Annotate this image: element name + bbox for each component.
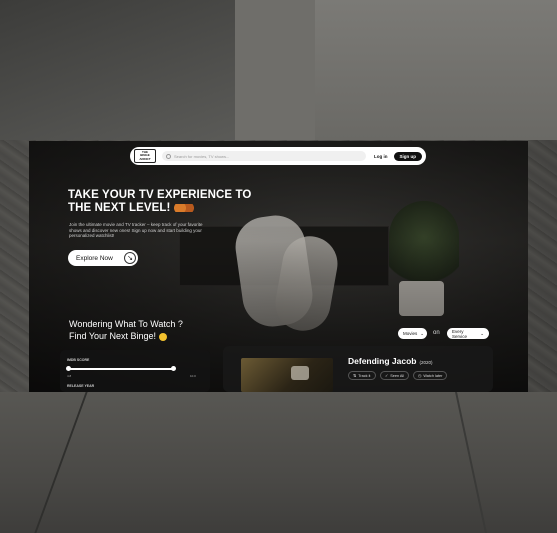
imdb-score-label: IMDB SCORE	[67, 358, 90, 362]
chevron-down-icon: ⌄	[420, 330, 425, 336]
background-wall-right	[315, 0, 557, 140]
slider-min-handle[interactable]	[66, 366, 71, 371]
on-label: on	[433, 330, 440, 336]
hero-title: TAKE YOUR TV EXPERIENCE TO THE NEXT LEVE…	[68, 189, 252, 214]
arrow-right-icon: ↘	[124, 252, 136, 264]
search-input[interactable]: Search for movies, TV shows...	[162, 151, 366, 161]
background-floor	[0, 392, 557, 533]
result-title[interactable]: Defending Jacob (2020)	[348, 356, 433, 366]
signup-button[interactable]: Sign up	[393, 151, 422, 161]
hero-subtitle: Join the ultimate movie and TV tracker –…	[69, 222, 203, 238]
type-select[interactable]: Movies ⌄	[398, 328, 427, 339]
chevron-down-icon: ⌄	[480, 330, 484, 336]
slider-max-handle[interactable]	[171, 366, 176, 371]
poster-image[interactable]	[241, 358, 333, 392]
login-link[interactable]: Log in	[374, 154, 388, 159]
track-icon: ⇅	[353, 374, 357, 378]
explore-now-button[interactable]: Explore Now ↘	[68, 250, 138, 266]
service-select[interactable]: Every Service ⌄	[447, 328, 489, 339]
track-it-button[interactable]: ⇅ Track it	[348, 371, 376, 380]
watch-later-button[interactable]: ◷ Watch later	[413, 371, 448, 380]
result-card[interactable]: Defending Jacob (2020) ⇅ Track it ✓ Seen Al…	[223, 346, 493, 392]
imdb-score-slider[interactable]	[66, 366, 176, 371]
website-screenshot: THE BINGE ADDICT Search for movies, TV s…	[29, 141, 528, 392]
search-icon	[166, 153, 171, 159]
site-logo[interactable]: THE BINGE ADDICT	[134, 149, 156, 163]
background-wall-left	[0, 0, 240, 140]
imdb-min-value: 4.8	[67, 374, 72, 378]
navbar: THE BINGE ADDICT Search for movies, TV s…	[130, 147, 426, 165]
search-placeholder: Search for movies, TV shows...	[174, 153, 230, 159]
background-wall-mid	[235, 0, 315, 140]
clock-icon: ◷	[418, 374, 422, 378]
check-icon: ✓	[385, 374, 389, 378]
smile-emoji-icon	[158, 332, 167, 341]
result-year: (2020)	[419, 360, 433, 365]
popcorn-icon	[173, 203, 194, 212]
release-year-label: RELEASE YEAR	[67, 384, 95, 388]
filter-panel: IMDB SCORE 4.8 10.0 RELEASE YEAR	[60, 350, 210, 392]
seen-all-button[interactable]: ✓ Seen All	[380, 371, 410, 380]
imdb-max-value: 10.0	[190, 374, 196, 378]
discover-heading: Wondering What To Watch ? Find Your Next…	[69, 319, 183, 341]
